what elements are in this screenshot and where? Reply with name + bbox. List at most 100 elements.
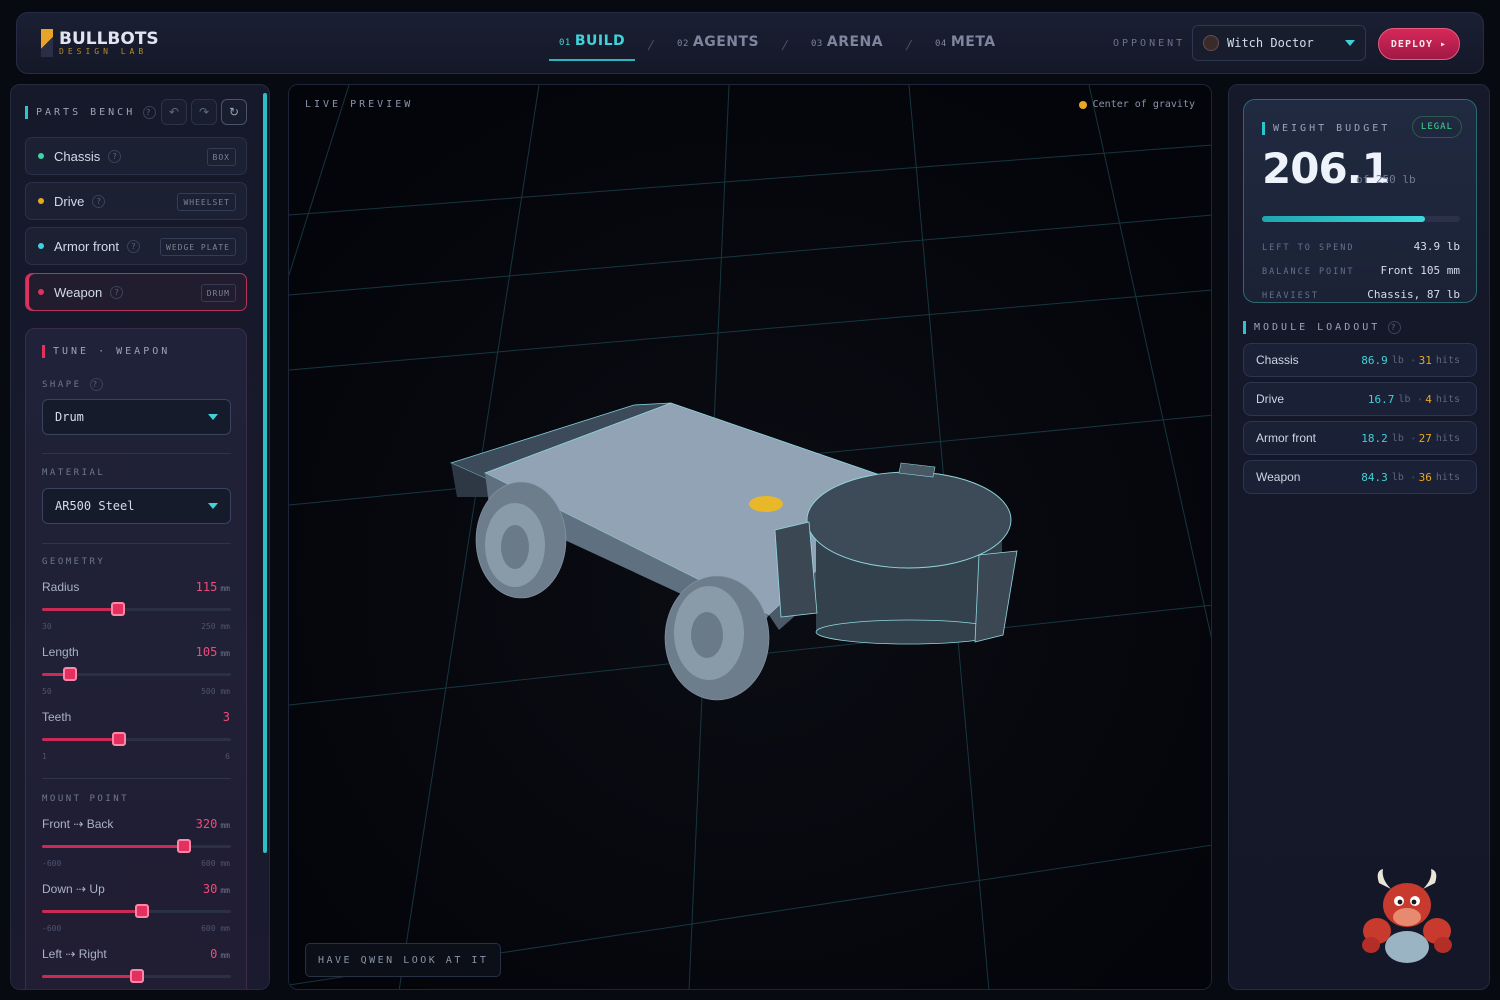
redo-icon: ↷ xyxy=(198,105,210,119)
length-slider[interactable] xyxy=(42,667,231,681)
chevron-down-icon xyxy=(208,414,218,420)
slider-handle[interactable] xyxy=(63,667,78,681)
tab-build[interactable]: 01 BUILD xyxy=(549,29,636,61)
part-status-dot xyxy=(38,198,44,204)
tab-arena[interactable]: 03 ARENA xyxy=(801,30,893,60)
teeth-value: 3 xyxy=(222,710,230,724)
length-max: 500 mm xyxy=(201,687,230,696)
undo-icon: ↶ xyxy=(168,105,180,119)
reset-button[interactable]: ↻ xyxy=(221,99,247,125)
part-drive[interactable]: Drive? WHEELSET xyxy=(25,182,247,220)
ask-qwen-button[interactable]: HAVE QWEN LOOK AT IT xyxy=(305,943,502,977)
shape-label: SHAPE? xyxy=(42,378,103,391)
opponent-label: OPPONENT xyxy=(1113,38,1186,49)
opponent-avatar xyxy=(1203,35,1219,51)
part-armor-front[interactable]: Armor front? WEDGE PLATE xyxy=(25,227,247,265)
app-logo[interactable]: BULLBOTS DESIGN LAB xyxy=(41,29,159,57)
slider-handle[interactable] xyxy=(176,839,191,853)
down-up-slider[interactable] xyxy=(42,904,231,918)
app-subtitle: DESIGN LAB xyxy=(59,46,148,56)
help-icon[interactable]: ? xyxy=(89,378,103,391)
chevron-down-icon xyxy=(208,503,218,509)
app-title: BULLBOTS xyxy=(59,28,159,49)
radius-min: 30 xyxy=(42,622,52,631)
module-row-armor-front[interactable]: Armor front 18.2 lb • 27 hits xyxy=(1243,421,1477,455)
weight-budget-card: WEIGHT BUDGET LEGAL 206.1 of 250 lb LEFT… xyxy=(1243,99,1477,303)
scrollbar[interactable] xyxy=(263,93,267,853)
help-icon[interactable]: ? xyxy=(92,194,106,208)
help-icon[interactable]: ? xyxy=(127,239,141,253)
part-tag: WHEELSET xyxy=(177,193,236,211)
part-weapon[interactable]: Weapon? DRUM xyxy=(25,273,247,311)
length-label: Length xyxy=(42,645,79,659)
live-preview-viewport[interactable]: LIVE PREVIEW Center of gravity HAVE QWEN… xyxy=(288,84,1212,990)
slider-handle[interactable] xyxy=(110,602,125,616)
cog-dot-icon xyxy=(1078,100,1087,109)
divider xyxy=(42,543,231,544)
divider xyxy=(42,453,231,454)
front-back-max: 600 mm xyxy=(201,859,230,868)
part-tag: WEDGE PLATE xyxy=(160,238,236,256)
help-icon[interactable]: ? xyxy=(143,106,157,119)
budget-row: BALANCE POINT Front 105 mm xyxy=(1262,264,1460,277)
tab-meta[interactable]: 04 META xyxy=(925,30,1006,60)
teeth-min: 1 xyxy=(42,752,47,761)
step-separator: / xyxy=(904,37,914,53)
radius-max: 250 mm xyxy=(201,622,230,631)
down-up-label: Down ⇢ Up xyxy=(42,882,105,896)
divider xyxy=(42,778,231,779)
tune-title: TUNE · WEAPON xyxy=(42,345,170,358)
module-row-weapon[interactable]: Weapon 84.3 lb • 36 hits xyxy=(1243,460,1477,494)
right-panel: WEIGHT BUDGET LEGAL 206.1 of 250 lb LEFT… xyxy=(1228,84,1490,990)
center-of-gravity-marker xyxy=(749,496,783,512)
live-preview-label: LIVE PREVIEW xyxy=(305,99,414,110)
tune-weapon-card: TUNE · WEAPON SHAPE? Drum MATERIAL AR500… xyxy=(25,328,247,989)
left-right-slider[interactable] xyxy=(42,969,231,983)
bull-mascot-icon[interactable] xyxy=(1357,869,1457,965)
tab-agents[interactable]: 02 AGENTS xyxy=(667,30,769,60)
help-icon[interactable]: ? xyxy=(110,285,124,299)
top-bar: BULLBOTS DESIGN LAB 01 BUILD / 02 AGENTS /… xyxy=(16,12,1484,74)
slider-handle[interactable] xyxy=(135,904,150,918)
logo-mark-icon xyxy=(41,29,53,57)
step-separator: / xyxy=(780,37,790,53)
weight-budget-title: WEIGHT BUDGET xyxy=(1262,122,1390,135)
3d-scene[interactable] xyxy=(289,85,1212,990)
help-icon[interactable]: ? xyxy=(108,149,122,163)
redo-button[interactable]: ↷ xyxy=(191,99,217,125)
slider-handle[interactable] xyxy=(129,969,144,983)
left-right-value: 0 mm xyxy=(210,947,230,961)
module-row-drive[interactable]: Drive 16.7 lb • 4 hits xyxy=(1243,382,1477,416)
weight-limit: of 250 lb xyxy=(1356,173,1416,186)
mount-point-label: MOUNT POINT xyxy=(42,794,130,804)
help-icon[interactable]: ? xyxy=(1388,321,1402,334)
module-row-chassis[interactable]: Chassis 86.9 lb • 31 hits xyxy=(1243,343,1477,377)
part-chassis[interactable]: Chassis? BOX xyxy=(25,137,247,175)
front-back-value: 320 mm xyxy=(195,817,230,831)
reset-icon: ↻ xyxy=(228,105,240,119)
parts-bench-title: PARTS BENCH? xyxy=(25,106,157,119)
shape-select[interactable]: Drum xyxy=(42,399,231,435)
part-tag: DRUM xyxy=(200,284,236,302)
opponent-value: Witch Doctor xyxy=(1227,36,1314,50)
slider-handle[interactable] xyxy=(112,732,127,746)
part-status-dot xyxy=(38,243,44,249)
budget-row: LEFT TO SPEND 43.9 lb xyxy=(1262,240,1460,253)
front-back-slider[interactable] xyxy=(42,839,231,853)
parts-bench-panel: PARTS BENCH? ↶ ↷ ↻ Chassis? BOX Drive? W… xyxy=(10,84,270,990)
deploy-button[interactable]: DEPLOY ▸ xyxy=(1378,28,1460,60)
weight-progress-bar xyxy=(1262,216,1460,222)
radius-slider[interactable] xyxy=(42,602,231,616)
parts-bench-header: PARTS BENCH? ↶ ↷ ↻ xyxy=(25,99,261,127)
length-min: 50 xyxy=(42,687,52,696)
status-badge: LEGAL xyxy=(1411,116,1462,138)
step-separator: / xyxy=(646,37,656,53)
material-select[interactable]: AR500 Steel xyxy=(42,488,231,524)
down-up-max: 600 mm xyxy=(201,924,230,933)
length-value: 105 mm xyxy=(195,645,230,659)
down-up-value: 30 mm xyxy=(202,882,230,896)
teeth-slider[interactable] xyxy=(42,732,231,746)
opponent-select[interactable]: Witch Doctor xyxy=(1192,25,1366,61)
undo-button[interactable]: ↶ xyxy=(161,99,187,125)
chevron-down-icon xyxy=(1345,40,1355,46)
